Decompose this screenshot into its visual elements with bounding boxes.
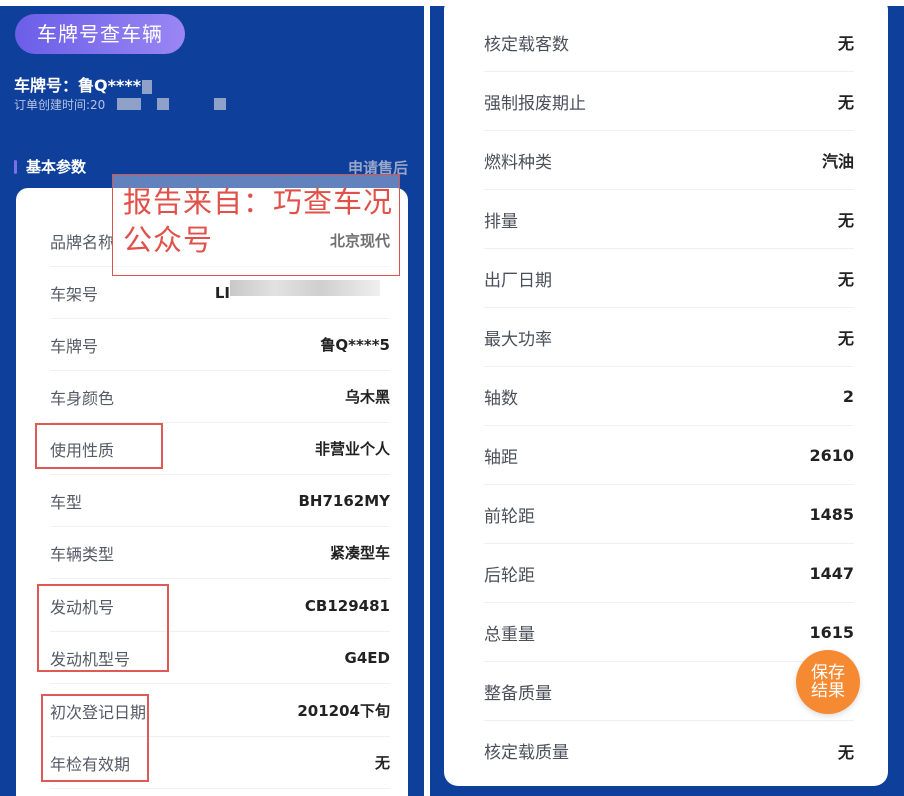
param-row: 轴距 2610 [484, 426, 854, 485]
blur-mask [142, 79, 153, 94]
param-row: 核定载客数 无 [484, 13, 854, 72]
param-row: 最大功率 无 [484, 308, 854, 367]
param-row: 出厂日期 无 [484, 249, 854, 308]
plate-number-label: 车牌号：鲁Q**** [14, 72, 153, 96]
param-row: 车辆类型 紧凑型车 [50, 527, 390, 579]
param-value: 汽油 [821, 152, 854, 171]
param-value: 无 [837, 270, 854, 289]
param-row: 强制报废期止 无 [484, 72, 854, 131]
param-label: 前轮距 [484, 506, 535, 527]
param-label: 强制报废期止 [484, 93, 586, 114]
param-value: 无 [837, 211, 854, 230]
param-label: 车架号 [50, 284, 99, 304]
blur-mask [214, 98, 226, 110]
vin-blur-mask [230, 280, 380, 296]
param-value: 无 [837, 742, 854, 762]
param-value: 201204下旬 [297, 702, 390, 720]
param-row: 燃料种类 汽油 [484, 131, 854, 190]
plate-search-button[interactable]: 车牌号查车辆 [15, 14, 185, 54]
param-value: CB129481 [304, 596, 390, 615]
param-value: BH7162MY [298, 491, 390, 510]
watermark-text: 报告来自：巧查车况公众号 [112, 174, 400, 276]
section-title: 基本参数 [26, 158, 87, 176]
param-label: 总重量 [484, 624, 535, 645]
param-row: 后轮距 1447 [484, 544, 854, 603]
param-label: 车辆类型 [50, 544, 115, 564]
param-value: 1485 [809, 504, 854, 524]
param-value: 无 [374, 754, 390, 772]
blur-mask [117, 98, 141, 110]
highlight-box [37, 584, 169, 672]
param-value: 乌木黑 [344, 388, 390, 406]
param-label: 品牌名称 [50, 232, 115, 252]
blur-mask [157, 98, 169, 110]
param-value: 1615 [809, 622, 854, 642]
param-value: G4ED [344, 648, 390, 667]
param-value: 1447 [809, 563, 854, 583]
param-label: 核定载质量 [484, 743, 569, 763]
param-label: 车身颜色 [50, 388, 115, 408]
param-label: 出厂日期 [484, 270, 552, 291]
param-label: 核定载客数 [484, 34, 569, 55]
param-row: 车身颜色 乌木黑 [50, 371, 390, 423]
param-label: 轴距 [484, 447, 518, 468]
param-label: 后轮距 [484, 565, 535, 586]
param-row: 车型 BH7162MY [50, 475, 390, 527]
param-row: 轴数 2 [484, 367, 854, 426]
param-value: 无 [837, 329, 854, 348]
save-result-button[interactable]: 保存结果 [796, 650, 860, 714]
param-label: 整备质量 [484, 683, 552, 704]
highlight-box [35, 423, 163, 469]
param-label: 车型 [50, 492, 83, 512]
param-value: 无 [837, 93, 854, 112]
param-label: 车牌号 [50, 336, 99, 356]
param-label: 轴数 [484, 388, 518, 409]
param-label: 排量 [484, 211, 518, 232]
param-value: 无 [837, 34, 854, 53]
param-value: LI [214, 283, 230, 302]
param-label: 燃料种类 [484, 152, 552, 173]
highlight-box [41, 694, 149, 782]
param-row: 排量 无 [484, 190, 854, 249]
param-label: 最大功率 [484, 329, 552, 350]
save-result-label: 保存结果 [811, 663, 845, 701]
param-row: 前轮距 1485 [484, 485, 854, 544]
param-row: 总重量 1615 [484, 603, 854, 662]
param-value: 2 [842, 386, 854, 406]
order-created-time: 订单创建时间:20 [14, 98, 106, 112]
param-value: 鲁Q****5 [320, 336, 390, 354]
param-value: 2610 [809, 445, 854, 465]
param-value: 非营业个人 [314, 440, 390, 458]
left-panel: 车牌号查车辆 车牌号：鲁Q**** 订单创建时间:20 基本参数 申请售后 品牌… [0, 6, 424, 796]
param-row: 核定载质量 无 [484, 721, 854, 780]
param-value: 紧凑型车 [329, 544, 390, 562]
param-row: 车牌号 鲁Q****5 [50, 319, 390, 371]
plate-number-text: 车牌号：鲁Q**** [14, 76, 142, 95]
section-marker [14, 160, 17, 174]
